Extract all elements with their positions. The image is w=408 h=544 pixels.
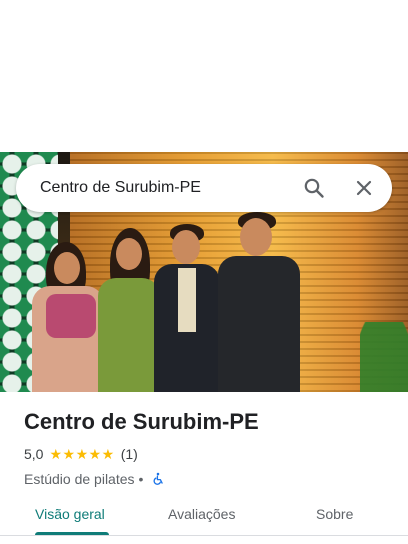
rating-row[interactable]: 5,0 ★★★★★ (1) — [24, 444, 394, 464]
photo-person-2 — [98, 228, 160, 392]
place-tabs: Visão geral Avaliações Sobre — [0, 494, 408, 538]
tab-about[interactable]: Sobre — [316, 494, 353, 534]
map-blank-area — [0, 0, 408, 152]
place-title: Centro de Surubim-PE — [24, 409, 259, 434]
photo-person-1 — [32, 242, 104, 392]
close-icon[interactable] — [352, 176, 376, 200]
photo-person-4 — [218, 212, 300, 392]
photo-person-3 — [154, 224, 220, 392]
place-category[interactable]: Estúdio de pilates — [24, 471, 135, 487]
star-icon: ★★★★★ — [49, 445, 115, 462]
search-query-text[interactable]: Centro de Surubim-PE — [40, 164, 201, 212]
tab-overview[interactable]: Visão geral — [35, 494, 105, 534]
rating-value: 5,0 — [24, 446, 44, 462]
category-separator: • — [138, 471, 144, 487]
search-icon[interactable] — [302, 176, 326, 200]
tabs-divider — [0, 535, 408, 536]
wheelchair-icon — [153, 472, 164, 485]
search-bar[interactable]: Centro de Surubim-PE — [16, 164, 392, 212]
photo-plant — [360, 322, 408, 392]
review-count[interactable]: (1) — [121, 446, 138, 462]
category-row: Estúdio de pilates • — [24, 470, 394, 488]
place-info: Centro de Surubim-PE 5,0 ★★★★★ (1) Estúd… — [24, 404, 394, 488]
tab-reviews[interactable]: Avaliações — [168, 494, 235, 534]
